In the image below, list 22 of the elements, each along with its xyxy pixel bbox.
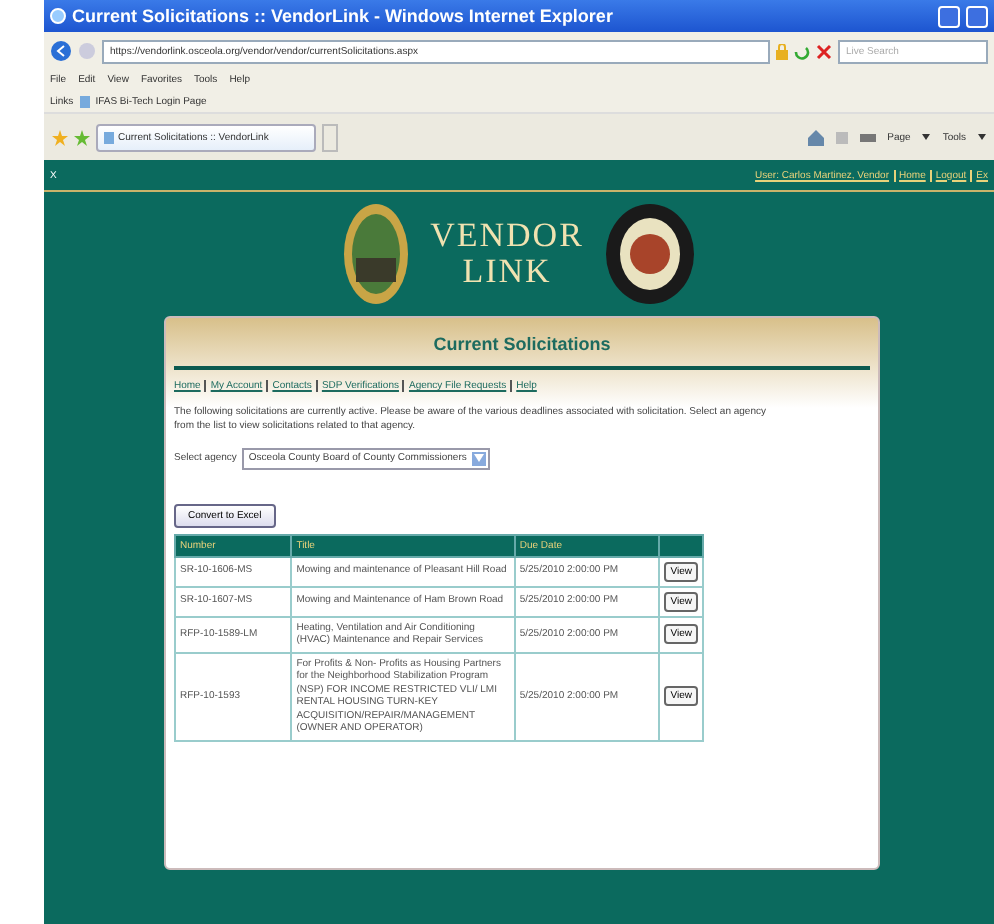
window-title: Current Solicitations :: VendorLink - Windows Internet Explorer: [72, 6, 615, 26]
add-favorite-icon[interactable]: [74, 129, 90, 145]
back-button-icon[interactable]: [50, 40, 72, 62]
new-tab-button[interactable]: [322, 123, 338, 151]
logo-text: LINK: [462, 254, 552, 290]
panel-title: Current Solicitations: [174, 318, 870, 370]
page-icon: [104, 131, 114, 143]
refresh-icon[interactable]: [794, 43, 810, 59]
caret-icon: [978, 134, 986, 140]
dropdown-arrow-icon: [474, 454, 485, 462]
favorites-star-icon[interactable]: [52, 129, 68, 145]
district-seal-icon: [603, 202, 696, 306]
caret-icon: [922, 134, 931, 140]
browser-icon: [50, 8, 66, 24]
stop-icon[interactable]: [816, 43, 832, 59]
county-seal-icon: [342, 202, 411, 306]
page-icon: [79, 95, 90, 107]
lock-icon: [776, 43, 788, 59]
home-icon[interactable]: [807, 129, 824, 145]
maximize-button[interactable]: [966, 5, 988, 27]
minimize-button[interactable]: [938, 5, 960, 27]
logo-text: VENDOR: [430, 218, 584, 254]
